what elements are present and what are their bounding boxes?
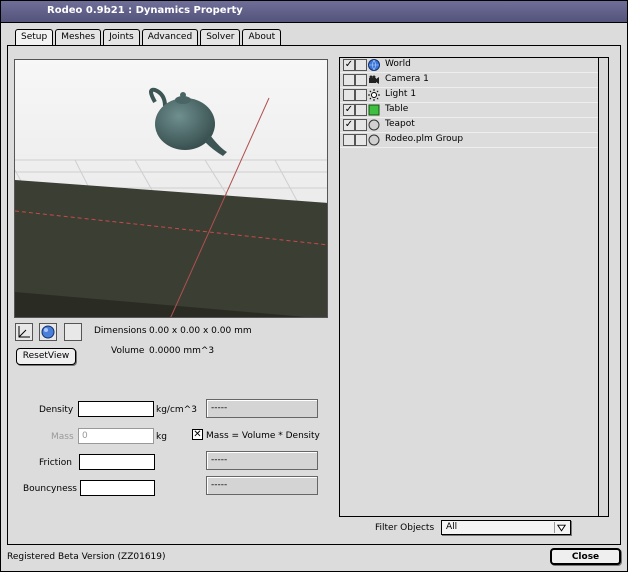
- mass-formula-label: Mass = Volume * Density: [206, 431, 320, 441]
- viewport-scene: [15, 60, 327, 317]
- axis-icon[interactable]: [15, 323, 33, 341]
- chevron-down-icon: [554, 522, 567, 533]
- sun-icon: [368, 89, 380, 101]
- volume-label: Volume: [111, 346, 145, 356]
- green-cube-icon: [368, 104, 380, 116]
- bouncyness-readout: -----: [206, 476, 318, 495]
- object-label: Table: [385, 104, 409, 114]
- reset-view-button[interactable]: ResetView: [16, 348, 76, 365]
- object-label: Teapot: [385, 119, 415, 129]
- mass-unit: kg: [156, 432, 167, 442]
- mass-formula-checkbox[interactable]: ✕: [192, 429, 203, 440]
- object-list-scrollbar[interactable]: [598, 58, 608, 516]
- list-item-camera-1[interactable]: Camera 1: [340, 73, 598, 88]
- visible-checkbox[interactable]: [343, 89, 355, 101]
- camera-icon: [369, 75, 379, 84]
- list-item-table[interactable]: ✓ Table: [340, 103, 598, 118]
- object-label: World: [385, 59, 411, 69]
- list-item-rodeo-plm-group[interactable]: Rodeo.plm Group: [340, 133, 598, 148]
- tab-bar: Setup Meshes Joints Advanced Solver Abou…: [15, 29, 283, 46]
- status-text: Registered Beta Version (ZZ01619): [7, 552, 166, 562]
- dynamics-property-window: Rodeo 0.9b21 : Dynamics Property Setup M…: [0, 0, 628, 572]
- sphere-icon[interactable]: [39, 323, 57, 341]
- tab-solver[interactable]: Solver: [200, 29, 241, 45]
- visible-checkbox[interactable]: [343, 74, 355, 86]
- volume-value: 0.0000 mm^3: [149, 346, 215, 356]
- select-checkbox[interactable]: [355, 134, 367, 146]
- close-button[interactable]: Close: [550, 548, 621, 565]
- visible-checkbox[interactable]: ✓: [343, 59, 355, 71]
- list-item-teapot[interactable]: ✓ Teapot: [340, 118, 598, 133]
- visible-checkbox[interactable]: ✓: [343, 119, 355, 131]
- tab-joints[interactable]: Joints: [103, 29, 140, 45]
- globe-icon: [368, 59, 380, 71]
- tab-meshes[interactable]: Meshes: [55, 29, 102, 45]
- friction-readout: -----: [206, 451, 318, 470]
- list-item-light-1[interactable]: Light 1: [340, 88, 598, 103]
- density-input[interactable]: [78, 401, 154, 417]
- select-checkbox[interactable]: [355, 59, 367, 71]
- list-item-world[interactable]: ✓ World: [340, 58, 598, 73]
- select-checkbox[interactable]: [355, 74, 367, 86]
- friction-input[interactable]: [79, 454, 155, 470]
- bouncyness-label: Bouncyness: [23, 484, 77, 494]
- dimensions-value: 0.00 x 0.00 x 0.00 mm: [149, 326, 252, 336]
- visible-checkbox[interactable]: ✓: [343, 104, 355, 116]
- friction-label: Friction: [39, 458, 72, 468]
- object-label: Rodeo.plm Group: [385, 134, 464, 144]
- filter-objects-label: Filter Objects: [375, 523, 435, 533]
- circle-icon: [368, 119, 380, 131]
- tab-setup[interactable]: Setup: [15, 29, 54, 46]
- tab-advanced[interactable]: Advanced: [141, 29, 199, 45]
- object-list: ✓ World Camera 1 Light 1 ✓ Table ✓ Teapo…: [339, 57, 609, 517]
- object-label: Light 1: [385, 89, 417, 99]
- select-checkbox[interactable]: [355, 104, 367, 116]
- density-label: Density: [39, 405, 74, 415]
- density-unit: kg/cm^3: [156, 405, 197, 415]
- 3d-viewport[interactable]: [14, 59, 328, 318]
- select-checkbox[interactable]: [355, 89, 367, 101]
- window-title: Rodeo 0.9b21 : Dynamics Property: [47, 5, 243, 16]
- filter-objects-select[interactable]: All: [441, 520, 571, 535]
- mass-label: Mass: [51, 432, 74, 442]
- box-icon[interactable]: [64, 323, 82, 341]
- dimensions-label: Dimensions: [94, 326, 147, 336]
- bouncyness-input[interactable]: [80, 480, 155, 496]
- filter-value: All: [446, 522, 458, 532]
- visible-checkbox[interactable]: [343, 134, 355, 146]
- object-label: Camera 1: [385, 74, 429, 84]
- density-readout: -----: [206, 399, 318, 418]
- circle-icon: [368, 134, 380, 146]
- mass-input: [78, 428, 154, 444]
- title-bar[interactable]: Rodeo 0.9b21 : Dynamics Property: [1, 1, 627, 23]
- tab-about[interactable]: About: [242, 29, 282, 45]
- select-checkbox[interactable]: [355, 119, 367, 131]
